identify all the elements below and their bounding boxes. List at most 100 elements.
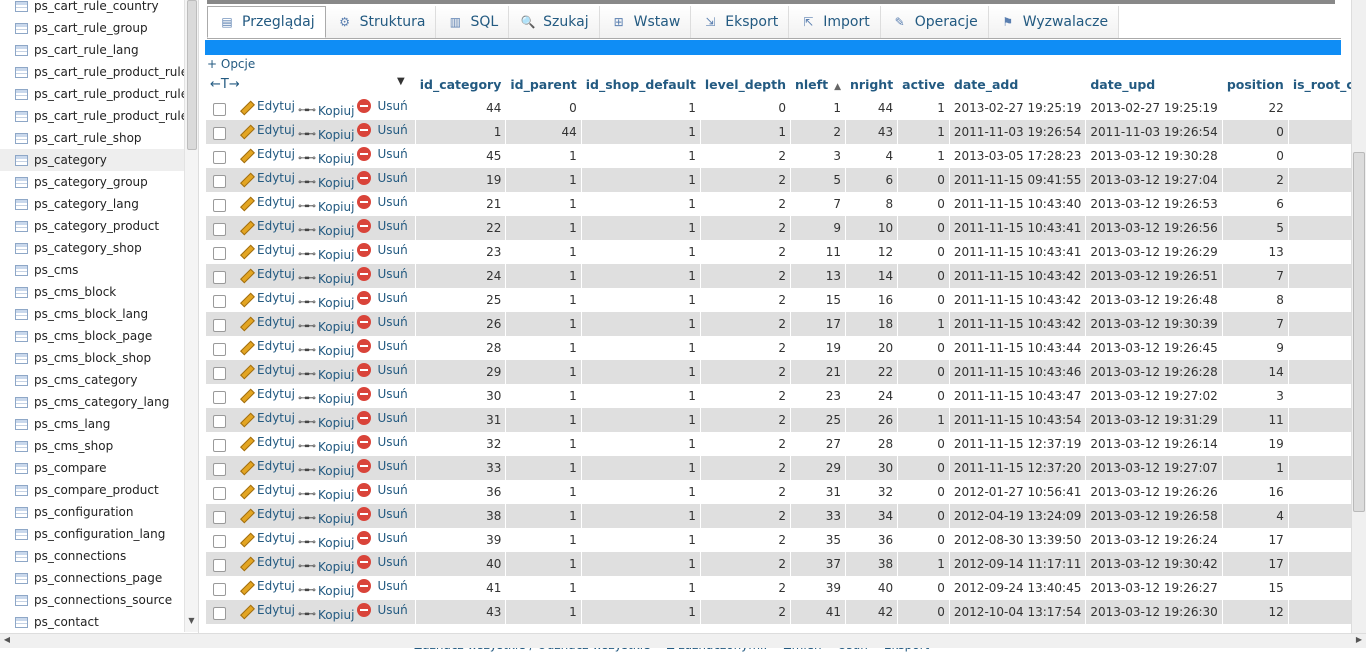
delete-label[interactable]: Usuń — [377, 339, 407, 353]
copy-row-link[interactable]: ⊶⊷ Kopiuj — [298, 248, 355, 262]
nav-table-label[interactable]: ps_cms — [34, 259, 78, 281]
cell-id-parent[interactable]: 1 — [505, 240, 582, 264]
cell-date-upd[interactable]: 2013-03-12 19:26:45 — [1085, 336, 1223, 360]
row-checkbox[interactable] — [213, 342, 226, 356]
cell-position[interactable]: 13 — [1222, 240, 1289, 264]
row-checkbox[interactable] — [213, 126, 226, 140]
cell-id-parent[interactable]: 1 — [505, 384, 582, 408]
cell-date-add[interactable]: 2011-11-15 10:43:44 — [949, 336, 1087, 360]
cell-date-add[interactable]: 2013-03-05 17:28:23 — [949, 144, 1087, 168]
cell-date-upd[interactable]: 2013-02-27 19:25:19 — [1085, 96, 1223, 120]
cell-position[interactable]: 16 — [1222, 480, 1289, 504]
cell-position[interactable]: 22 — [1222, 96, 1289, 120]
cell-id-parent[interactable]: 1 — [505, 600, 582, 624]
edit-icon[interactable] — [238, 459, 252, 473]
cell-date-add[interactable]: 2011-11-15 10:43:42 — [949, 312, 1087, 336]
cell-date-add[interactable]: 2011-11-03 19:26:54 — [949, 120, 1087, 144]
copy-label[interactable]: Kopiuj — [318, 608, 355, 622]
table-icon[interactable] — [15, 484, 28, 496]
copy-row-link[interactable]: ⊶⊷ Kopiuj — [298, 368, 355, 382]
cell-active[interactable]: 0 — [897, 168, 950, 192]
cell-level-depth[interactable]: 2 — [700, 216, 792, 240]
nav-table-label[interactable]: ps_cms_category_lang — [34, 391, 169, 413]
column-header-id-category[interactable]: id_category — [415, 72, 507, 96]
edit-row-link[interactable]: Edytuj — [238, 291, 295, 305]
cell-id-shop-default[interactable]: 1 — [581, 384, 701, 408]
cell-active[interactable]: 0 — [897, 432, 950, 456]
cell-nleft[interactable]: 3 — [790, 144, 846, 168]
delete-label[interactable]: Usuń — [377, 123, 407, 137]
cell-active[interactable]: 0 — [897, 216, 950, 240]
edit-label[interactable]: Edytuj — [257, 579, 295, 593]
table-icon[interactable] — [15, 286, 28, 298]
cell-position[interactable]: 5 — [1222, 216, 1289, 240]
column-header-active[interactable]: active — [897, 72, 950, 96]
row-checkbox[interactable] — [213, 318, 226, 332]
tab-0[interactable]: ▤ Przeglądaj — [207, 6, 326, 38]
cell-nleft[interactable]: 41 — [790, 600, 846, 624]
nav-table-item[interactable]: ps_connections — [0, 545, 184, 567]
cell-date-upd[interactable]: 2013-03-12 19:30:42 — [1085, 552, 1223, 576]
nav-table-item[interactable]: ps_category_lang — [0, 193, 184, 215]
cell-date-upd[interactable]: 2013-03-12 19:26:29 — [1085, 240, 1223, 264]
cell-level-depth[interactable]: 0 — [700, 96, 792, 120]
cell-id-parent[interactable]: 1 — [505, 576, 582, 600]
cell-date-upd[interactable]: 2013-03-12 19:26:26 — [1085, 480, 1223, 504]
nav-table-item[interactable]: ps_category_shop — [0, 237, 184, 259]
table-icon[interactable] — [15, 550, 28, 562]
cell-id-category[interactable]: 30 — [415, 384, 507, 408]
row-checkbox[interactable] — [213, 510, 226, 524]
delete-row-link[interactable]: Usuń — [357, 362, 408, 377]
row-checkbox[interactable] — [213, 582, 226, 596]
cell-id-shop-default[interactable]: 1 — [581, 528, 701, 552]
cell-id-parent[interactable]: 1 — [505, 552, 582, 576]
nav-table-label[interactable]: ps_category_product — [34, 215, 159, 237]
delete-row-link[interactable]: Usuń — [357, 266, 408, 281]
cell-id-shop-default[interactable]: 1 — [581, 552, 701, 576]
cell-level-depth[interactable]: 2 — [700, 240, 792, 264]
edit-row-link[interactable]: Edytuj — [238, 147, 295, 161]
cell-date-add[interactable]: 2011-11-15 10:43:42 — [949, 288, 1087, 312]
scroll-down-arrow-icon[interactable]: ▼ — [185, 616, 198, 628]
cell-date-add[interactable]: 2012-08-30 13:39:50 — [949, 528, 1087, 552]
edit-label[interactable]: Edytuj — [257, 435, 295, 449]
row-checkbox[interactable] — [213, 606, 226, 620]
nav-table-item[interactable]: ps_compare_product — [0, 479, 184, 501]
cell-position[interactable]: 4 — [1222, 504, 1289, 528]
cell-nright[interactable]: 18 — [845, 312, 899, 336]
edit-row-link[interactable]: Edytuj — [238, 387, 295, 401]
edit-icon[interactable] — [238, 579, 252, 593]
cell-level-depth[interactable]: 2 — [700, 144, 792, 168]
page-scrollbar-thumb[interactable] — [1353, 152, 1365, 512]
nav-table-item[interactable]: ps_category — [0, 149, 184, 171]
nav-table-label[interactable]: ps_category — [34, 149, 107, 171]
copy-icon[interactable]: ⊶⊷ — [298, 608, 316, 622]
cell-nright[interactable]: 38 — [845, 552, 899, 576]
delete-icon[interactable] — [357, 602, 372, 617]
cell-date-add[interactable]: 2011-11-15 10:43:40 — [949, 192, 1087, 216]
edit-row-link[interactable]: Edytuj — [238, 315, 295, 329]
row-checkbox[interactable] — [213, 150, 226, 164]
cell-id-parent[interactable]: 1 — [505, 216, 582, 240]
edit-label[interactable]: Edytuj — [257, 123, 295, 137]
edit-row-link[interactable]: Edytuj — [238, 195, 295, 209]
cell-id-parent[interactable]: 1 — [505, 144, 582, 168]
cell-id-category[interactable]: 33 — [415, 456, 507, 480]
edit-label[interactable]: Edytuj — [257, 603, 295, 617]
cell-nright[interactable]: 22 — [845, 360, 899, 384]
tab-8[interactable]: ⚑ Wyzwalacze — [988, 6, 1120, 38]
cell-date-add[interactable]: 2011-11-15 10:43:54 — [949, 408, 1087, 432]
nav-table-item[interactable]: ps_cms_category_lang — [0, 391, 184, 413]
cell-nleft[interactable]: 15 — [790, 288, 846, 312]
delete-icon[interactable] — [357, 194, 372, 209]
copy-label[interactable]: Kopiuj — [318, 584, 355, 598]
cell-id-shop-default[interactable]: 1 — [581, 168, 701, 192]
delete-row-link[interactable]: Usuń — [357, 242, 408, 257]
delete-label[interactable]: Usuń — [377, 387, 407, 401]
cell-level-depth[interactable]: 2 — [700, 552, 792, 576]
edit-icon[interactable] — [238, 315, 252, 329]
cell-level-depth[interactable]: 2 — [700, 384, 792, 408]
copy-row-link[interactable]: ⊶⊷ Kopiuj — [298, 200, 355, 214]
cell-id-shop-default[interactable]: 1 — [581, 312, 701, 336]
cell-date-upd[interactable]: 2013-03-12 19:26:14 — [1085, 432, 1223, 456]
